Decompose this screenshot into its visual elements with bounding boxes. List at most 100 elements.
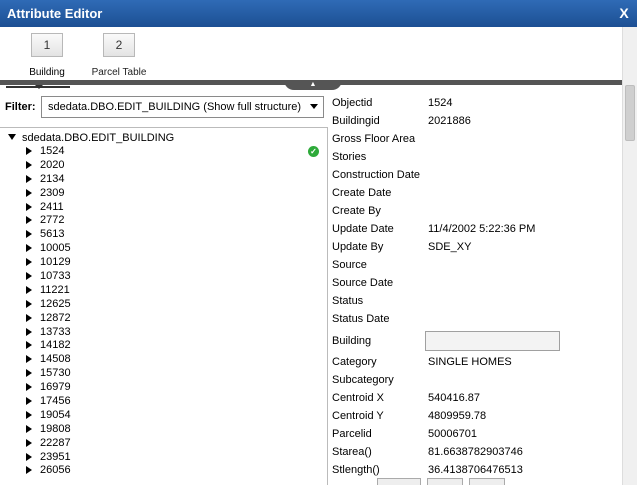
- scrollbar-thumb[interactable]: [625, 85, 635, 141]
- expand-right-icon[interactable]: [26, 424, 32, 433]
- expand-right-icon[interactable]: [26, 438, 32, 447]
- partial-button[interactable]: [427, 478, 463, 485]
- attribute-value[interactable]: 11/4/2002 5:22:36 PM: [428, 220, 535, 238]
- attribute-name: Status Date: [332, 313, 390, 325]
- tree-item[interactable]: 17456: [26, 395, 71, 409]
- expand-right-icon[interactable]: [26, 147, 32, 155]
- tree-item-label: 2772: [40, 214, 65, 227]
- tree-item[interactable]: 13733: [26, 326, 71, 340]
- attribute-row: Gross Floor Area: [332, 130, 622, 148]
- tree-item[interactable]: 23951: [26, 451, 71, 465]
- attribute-table: Objectid 1524 Buildingid 2021886 Gross Floor…: [329, 94, 622, 485]
- attribute-value[interactable]: 50006701: [428, 425, 477, 443]
- tree-item[interactable]: 10733: [26, 270, 71, 284]
- tree-item[interactable]: 1524: [26, 145, 71, 159]
- tree-item[interactable]: 12872: [26, 312, 71, 326]
- expand-right-icon[interactable]: [26, 299, 32, 308]
- expand-right-icon[interactable]: [26, 244, 32, 253]
- attribute-name: Parcelid: [332, 428, 372, 440]
- expand-right-icon[interactable]: [26, 369, 32, 378]
- expand-right-icon[interactable]: [26, 216, 32, 225]
- expand-down-icon[interactable]: [8, 134, 16, 140]
- attribute-value[interactable]: 81.6638782903746: [428, 443, 523, 461]
- attribute-name: Status: [332, 295, 364, 307]
- filter-label: Filter:: [5, 101, 36, 113]
- attribute-value[interactable]: SDE_XY: [428, 238, 471, 256]
- tree-item-label: 11221: [40, 283, 70, 296]
- partial-button[interactable]: [469, 478, 505, 485]
- vertical-scrollbar[interactable]: [622, 27, 637, 485]
- attribute-name: Source Date: [332, 277, 394, 289]
- tree-item[interactable]: 2020: [26, 159, 71, 173]
- tree-item-label: 2020: [40, 158, 65, 171]
- expand-right-icon[interactable]: [26, 202, 32, 211]
- attribute-name: Subcategory: [332, 374, 394, 386]
- tab-building[interactable]: 1 Building: [16, 33, 78, 79]
- expand-right-icon[interactable]: [26, 383, 32, 392]
- attribute-name: Buildingid: [332, 115, 380, 127]
- attribute-value[interactable]: 4809959.78: [428, 407, 486, 425]
- tree-item[interactable]: 12625: [26, 298, 71, 312]
- tree-item[interactable]: 19808: [26, 423, 71, 437]
- tree-item[interactable]: 26056: [26, 464, 71, 478]
- tree-item[interactable]: 11221: [26, 284, 71, 298]
- attribute-row: Stlength() 36.4138706476513: [332, 461, 622, 479]
- tree-item-label: 23951: [40, 450, 71, 463]
- expand-right-icon[interactable]: [26, 272, 32, 281]
- attribute-row: Centroid Y 4809959.78: [332, 407, 622, 425]
- tree-root-node[interactable]: sdedata.DBO.EDIT_BUILDING: [8, 132, 174, 144]
- attribute-value[interactable]: SINGLE HOMES: [428, 353, 512, 371]
- expand-right-icon[interactable]: [26, 355, 32, 364]
- expand-right-icon[interactable]: [26, 230, 32, 239]
- attribute-value[interactable]: 2021886: [428, 112, 471, 130]
- tree-item-label: 1524: [40, 145, 65, 157]
- expand-right-icon[interactable]: [26, 160, 32, 169]
- tree-item-label: 10129: [40, 256, 71, 269]
- expand-right-icon[interactable]: [26, 258, 32, 267]
- tree-item-label: 26056: [40, 464, 71, 477]
- tree-item[interactable]: 2309: [26, 187, 71, 201]
- expand-right-icon[interactable]: [26, 285, 32, 294]
- tree-item[interactable]: 5613: [26, 228, 71, 242]
- expand-right-icon[interactable]: [26, 313, 32, 322]
- attribute-value[interactable]: 1524: [428, 94, 452, 112]
- expand-right-icon[interactable]: [26, 452, 32, 461]
- attribute-name: Source: [332, 259, 367, 271]
- tree-item[interactable]: 19054: [26, 409, 71, 423]
- expand-right-icon[interactable]: [26, 341, 32, 350]
- tree-item-label: 10733: [40, 270, 71, 283]
- tree-item[interactable]: 22287: [26, 437, 71, 451]
- attribute-name: Objectid: [332, 97, 373, 109]
- attribute-row: Status Date: [332, 310, 622, 328]
- close-icon[interactable]: X: [611, 0, 637, 27]
- building-input[interactable]: [425, 331, 560, 351]
- tree-item[interactable]: 14182: [26, 339, 71, 353]
- collapse-handle-icon[interactable]: ▲: [284, 80, 342, 90]
- attribute-value[interactable]: 540416.87: [428, 389, 480, 407]
- expand-right-icon[interactable]: [26, 327, 32, 336]
- tree-item[interactable]: 14508: [26, 353, 71, 367]
- expand-right-icon[interactable]: [26, 466, 32, 475]
- tree-item-label: 16979: [40, 381, 71, 394]
- filter-bar: Filter: sdedata.DBO.EDIT_BUILDING (Show …: [0, 94, 328, 124]
- expand-right-icon[interactable]: [26, 397, 32, 406]
- tree-item-label: 12872: [40, 311, 71, 324]
- tree-item[interactable]: 2772: [26, 214, 71, 228]
- tree-item[interactable]: 2411: [26, 201, 71, 215]
- filter-select[interactable]: sdedata.DBO.EDIT_BUILDING (Show full str…: [41, 96, 324, 118]
- expand-right-icon[interactable]: [26, 188, 32, 197]
- expand-right-icon[interactable]: [26, 174, 32, 183]
- attribute-name: Create By: [332, 205, 381, 217]
- filter-selected-value: sdedata.DBO.EDIT_BUILDING (Show full str…: [48, 101, 302, 113]
- tab-parcel-table[interactable]: 2 Parcel Table: [88, 33, 150, 79]
- partial-button[interactable]: [377, 478, 421, 485]
- tree-item[interactable]: 16979: [26, 381, 71, 395]
- tree-item[interactable]: 15730: [26, 367, 71, 381]
- tree-item[interactable]: 2134: [26, 173, 71, 187]
- expand-right-icon[interactable]: [26, 410, 32, 419]
- attribute-value[interactable]: 36.4138706476513: [428, 461, 523, 479]
- tree-item[interactable]: 10005: [26, 242, 71, 256]
- attribute-name: Construction Date: [332, 169, 421, 181]
- attribute-row: Create Date: [332, 184, 622, 202]
- tree-item[interactable]: 10129: [26, 256, 71, 270]
